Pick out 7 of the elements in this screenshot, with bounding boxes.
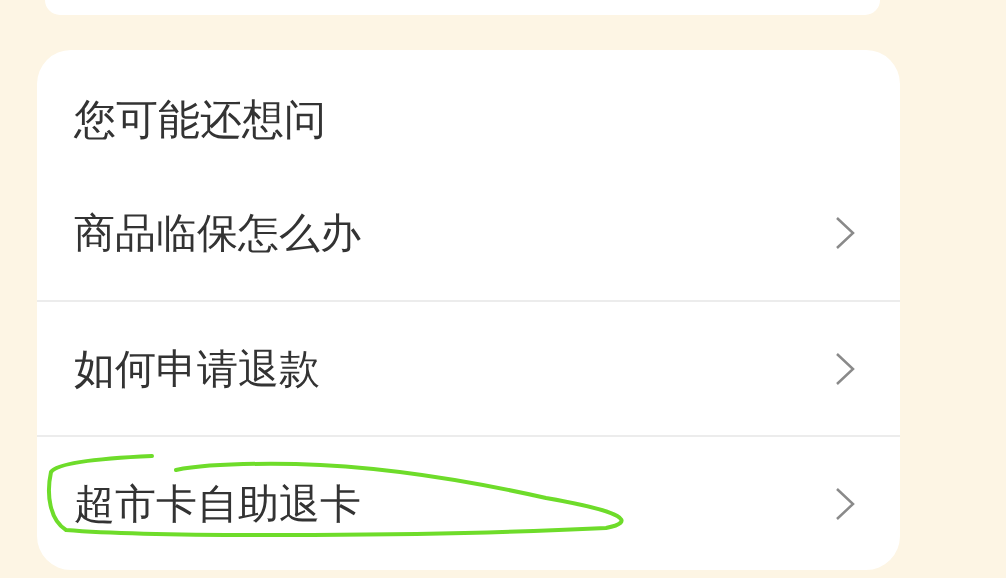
question-item[interactable]: 如何申请退款 — [37, 300, 900, 435]
question-item[interactable]: 商品临保怎么办 — [37, 165, 900, 300]
chevron-right-icon — [835, 486, 855, 521]
chevron-right-icon — [835, 215, 855, 250]
section-title: 您可能还想问 — [74, 95, 327, 145]
chevron-right-icon — [835, 351, 855, 386]
question-item[interactable]: 超市卡自助退卡 — [37, 435, 900, 570]
